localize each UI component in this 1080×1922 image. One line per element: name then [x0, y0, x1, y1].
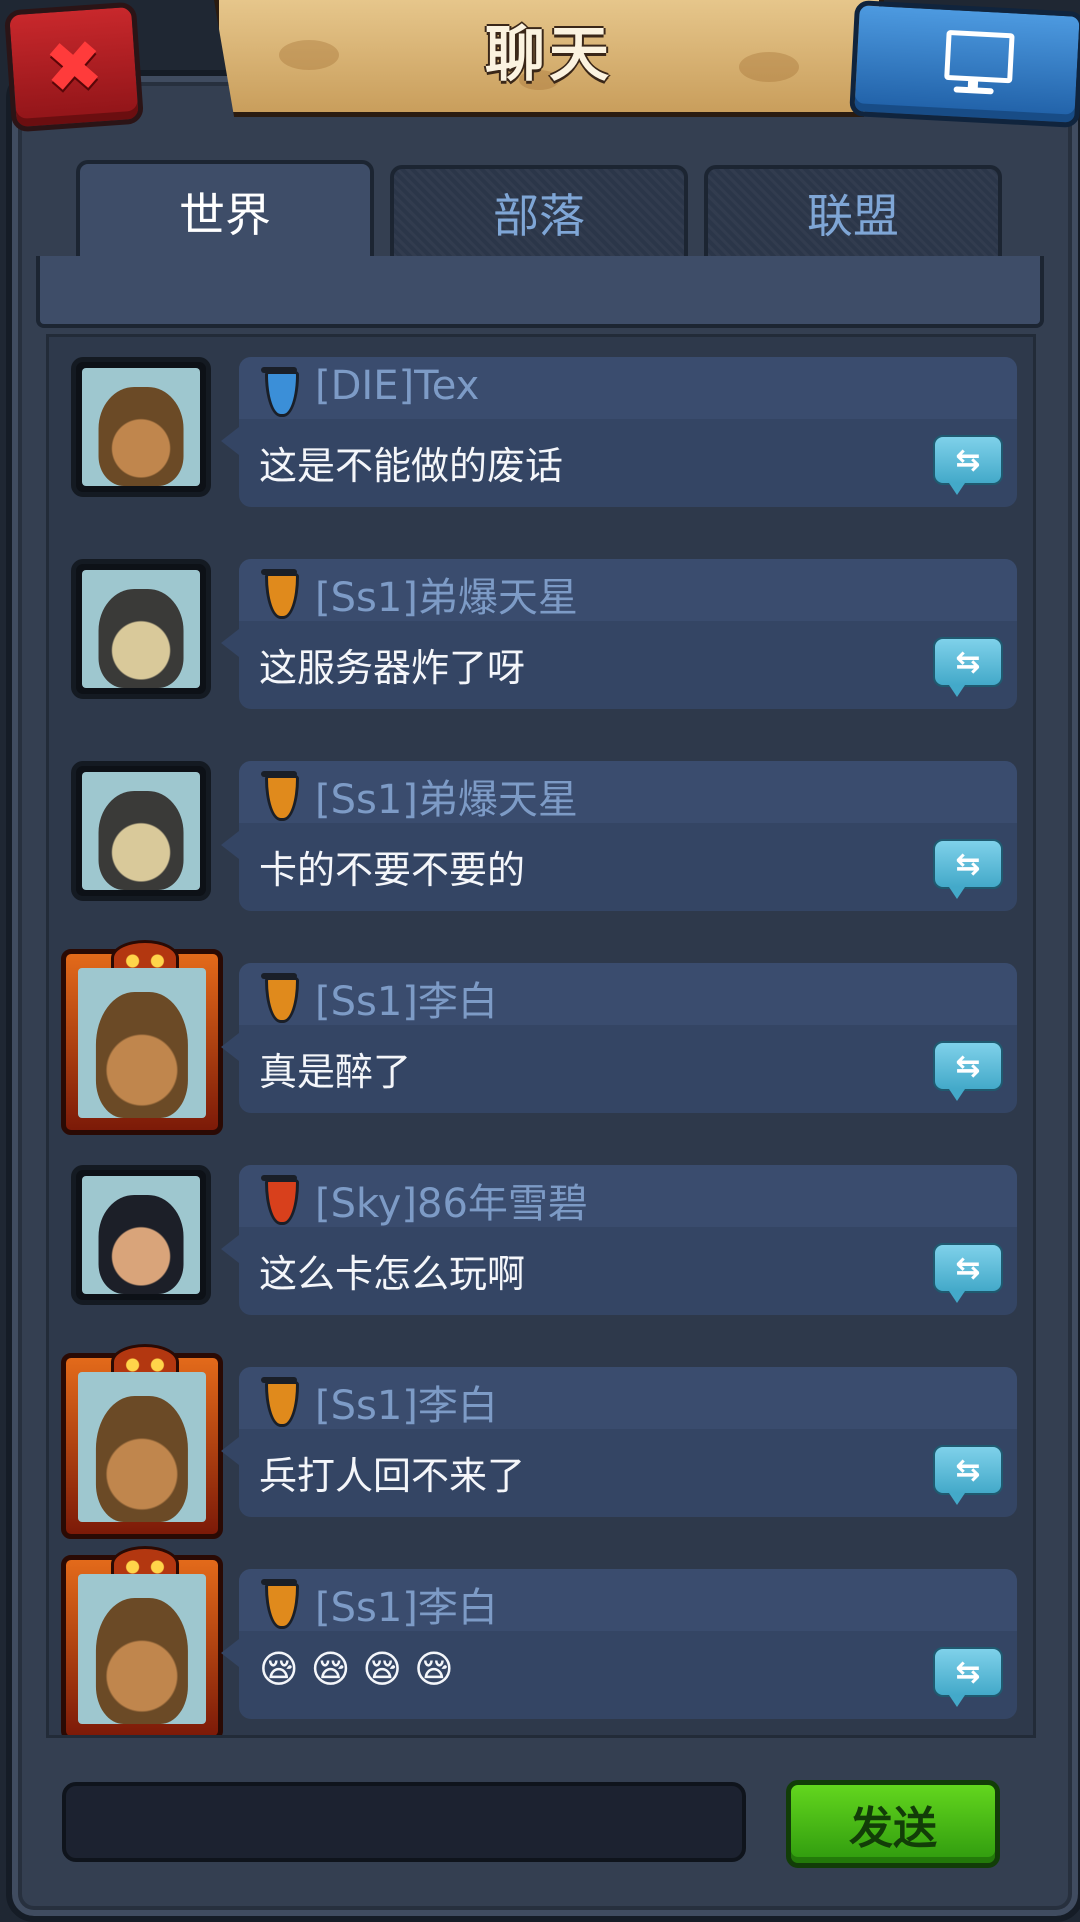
translate-button[interactable]: ⇆	[933, 839, 1003, 899]
message-list[interactable]: [DIE]Tex 这是不能做的废话 ⇆ [Ss1]弟爆天星 这服务器炸了呀 ⇆	[46, 334, 1036, 1738]
sender-name[interactable]: [Ss1]弟爆天星	[315, 565, 578, 623]
monitor-button[interactable]	[849, 0, 1080, 128]
clan-badge-icon	[257, 361, 301, 417]
message-bubble: [Ss1]李白 😪 😪 😪 😪 ⇆	[221, 1569, 1017, 1719]
avatar[interactable]	[61, 1344, 223, 1539]
close-icon: ✖	[41, 24, 107, 110]
message-bubble: [Ss1]弟爆天星 卡的不要不要的 ⇆	[221, 761, 1017, 911]
tab-label: 联盟	[807, 189, 899, 243]
tab-clan[interactable]: 部落	[390, 165, 688, 257]
translate-button[interactable]: ⇆	[933, 1243, 1003, 1303]
bearded-warrior-icon	[78, 1372, 206, 1522]
beast-icon	[82, 570, 200, 688]
hero-icon	[82, 1176, 200, 1294]
message-text: 😪 😪 😪 😪	[259, 1647, 454, 1691]
avatar[interactable]	[71, 1165, 211, 1305]
tab-header-strip	[36, 256, 1044, 328]
avatar[interactable]	[71, 761, 211, 901]
tab-label: 世界	[179, 188, 271, 242]
translate-icon: ⇆	[955, 442, 981, 478]
avatar[interactable]	[61, 940, 223, 1135]
translate-icon: ⇆	[955, 1048, 981, 1084]
clan-badge-icon	[257, 563, 301, 619]
translate-button[interactable]: ⇆	[933, 1041, 1003, 1101]
chat-input[interactable]	[62, 1782, 746, 1862]
translate-button[interactable]: ⇆	[933, 435, 1003, 495]
translate-button[interactable]: ⇆	[933, 637, 1003, 697]
bearded-warrior-icon	[78, 968, 206, 1118]
translate-icon: ⇆	[955, 1250, 981, 1286]
message-text: 真是醉了	[259, 1050, 412, 1094]
clan-badge-icon	[257, 765, 301, 821]
send-label: 发送	[849, 1803, 937, 1854]
title-banner: 聊天	[214, 0, 884, 117]
page-title: 聊天	[485, 19, 613, 90]
list-item: [Ss1]李白 真是醉了 ⇆	[49, 940, 1033, 1135]
clan-badge-icon	[257, 1573, 301, 1629]
avatar[interactable]	[71, 357, 211, 497]
clan-badge-icon	[257, 1169, 301, 1225]
bearded-warrior-icon	[82, 368, 200, 486]
message-text: 兵打人回不来了	[259, 1454, 526, 1498]
sender-name[interactable]: [Sky]86年雪碧	[315, 1171, 588, 1229]
list-item: [Ss1]弟爆天星 卡的不要不要的 ⇆	[49, 741, 1033, 911]
sender-name[interactable]: [DIE]Tex	[315, 363, 479, 409]
tab-alliance[interactable]: 联盟	[704, 165, 1002, 257]
list-item: [Ss1]李白 😪 😪 😪 😪 ⇆	[49, 1546, 1033, 1735]
message-text: 这服务器炸了呀	[259, 646, 526, 690]
sender-name[interactable]: [Ss1]李白	[315, 969, 498, 1027]
sender-name[interactable]: [Ss1]李白	[315, 1373, 498, 1431]
list-item: [Ss1]弟爆天星 这服务器炸了呀 ⇆	[49, 539, 1033, 709]
message-bubble: [Sky]86年雪碧 这么卡怎么玩啊 ⇆	[221, 1165, 1017, 1315]
list-item: [Sky]86年雪碧 这么卡怎么玩啊 ⇆	[49, 1145, 1033, 1315]
translate-icon: ⇆	[955, 1654, 981, 1690]
tab-label: 部落	[493, 189, 585, 243]
translate-icon: ⇆	[955, 644, 981, 680]
avatar[interactable]	[61, 1546, 223, 1735]
list-item: [Ss1]李白 兵打人回不来了 ⇆	[49, 1344, 1033, 1539]
message-bubble: [Ss1]李白 兵打人回不来了 ⇆	[221, 1367, 1017, 1517]
sender-name[interactable]: [Ss1]李白	[315, 1575, 498, 1633]
beast-icon	[82, 772, 200, 890]
avatar[interactable]	[71, 559, 211, 699]
translate-icon: ⇆	[955, 1452, 981, 1488]
list-item: [DIE]Tex 这是不能做的废话 ⇆	[49, 337, 1033, 507]
send-button[interactable]: 发送	[786, 1780, 1000, 1868]
clan-badge-icon	[257, 1371, 301, 1427]
tab-world[interactable]: 世界	[76, 160, 374, 260]
message-bubble: [DIE]Tex 这是不能做的废话 ⇆	[221, 357, 1017, 507]
bearded-warrior-icon	[78, 1574, 206, 1724]
message-text: 这是不能做的废话	[259, 444, 564, 488]
close-button[interactable]: ✖	[3, 1, 145, 133]
translate-button[interactable]: ⇆	[933, 1445, 1003, 1505]
translate-button[interactable]: ⇆	[933, 1647, 1003, 1707]
message-text: 这么卡怎么玩啊	[259, 1252, 526, 1296]
message-bubble: [Ss1]李白 真是醉了 ⇆	[221, 963, 1017, 1113]
clan-badge-icon	[257, 967, 301, 1023]
sender-name[interactable]: [Ss1]弟爆天星	[315, 767, 578, 825]
translate-icon: ⇆	[955, 846, 981, 882]
message-bubble: [Ss1]弟爆天星 这服务器炸了呀 ⇆	[221, 559, 1017, 709]
message-text: 卡的不要不要的	[259, 848, 526, 892]
